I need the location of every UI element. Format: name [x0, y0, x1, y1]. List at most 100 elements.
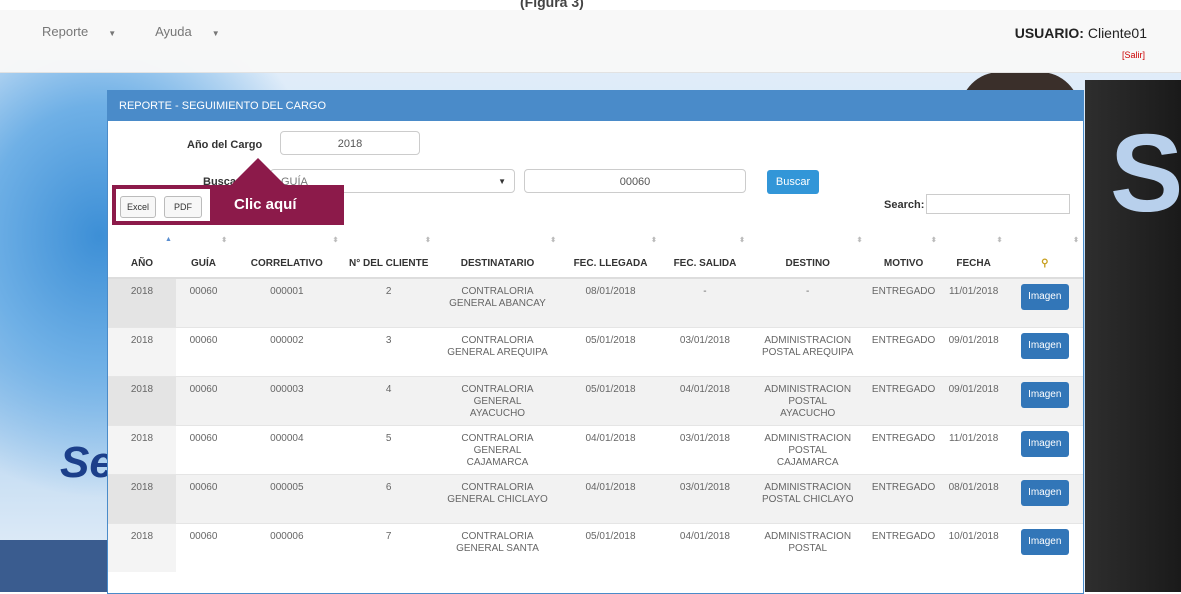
image-button[interactable]: Imagen	[1020, 332, 1069, 359]
table-cell: 05/01/2018	[560, 326, 661, 376]
table-cell: 2018	[108, 424, 176, 474]
table-search-input[interactable]	[926, 194, 1070, 214]
table-cell: 00060	[175, 522, 232, 572]
table-cell: 03/01/2018	[660, 424, 749, 474]
image-button[interactable]: Imagen	[1020, 528, 1069, 555]
table-cell: ADMINISTRACION POSTAL CHICLAYO	[749, 473, 867, 523]
table-cell: CONTRALORIA GENERAL SANTA	[434, 522, 561, 572]
sort-icon: ⬍	[1073, 237, 1079, 244]
image-button[interactable]: Imagen	[1020, 381, 1069, 408]
column-header[interactable]: CORRELATIVO ⬍	[231, 228, 343, 279]
table-cell: ENTREGADO	[866, 277, 941, 327]
column-header[interactable]: N° DEL CLIENTE ⬍	[342, 228, 435, 279]
guide-input[interactable]: 00060	[524, 169, 746, 193]
column-header[interactable]: FECHA ⬍	[940, 228, 1007, 279]
image-cell[interactable]: Imagen	[1006, 522, 1083, 572]
table-cell: CONTRALORIA GENERAL AYACUCHO	[434, 375, 561, 425]
column-header[interactable]: DESTINATARIO ⬍	[434, 228, 561, 279]
table-cell: 2018	[108, 522, 176, 572]
logout-link[interactable]: [Salir]	[1122, 50, 1145, 60]
top-strip: (Figura 3)	[0, 0, 1181, 10]
figure-caption: (Figura 3)	[520, 0, 584, 10]
image-cell[interactable]: Imagen	[1006, 326, 1083, 376]
table-cell: 00060	[175, 473, 232, 523]
image-button[interactable]: Imagen	[1020, 479, 1069, 506]
table-cell: -	[749, 277, 867, 327]
table-row: 2018 00060 000003 4 CONTRALORIA GENERAL AYAC…	[108, 375, 1083, 425]
table-cell: 2018	[108, 473, 176, 523]
user-name: Cliente01	[1087, 25, 1147, 41]
sort-icon: ⬍	[930, 237, 937, 244]
table-cell: 2018	[108, 326, 176, 376]
callout-arrow	[228, 158, 288, 188]
table-cell: 04/01/2018	[660, 522, 749, 572]
table-cell: 00060	[175, 424, 232, 474]
table-cell: ADMINISTRACION POSTAL	[749, 522, 867, 572]
table-cell: CONTRALORIA GENERAL ABANCAY	[434, 277, 561, 327]
column-header[interactable]: FEC. SALIDA ⬍	[660, 228, 749, 279]
table-cell: ADMINISTRACION POSTAL CAJAMARCA	[749, 424, 867, 474]
table-cell: 09/01/2018	[940, 326, 1007, 376]
image-button[interactable]: Imagen	[1020, 430, 1069, 457]
sort-icon: ⬍	[651, 237, 657, 244]
menu-ayuda[interactable]: Ayuda ▼	[155, 24, 238, 39]
table-cell: ENTREGADO	[866, 522, 941, 572]
table-cell: 000004	[231, 424, 343, 474]
results-table: AÑO ▲ GUÍA ⬍ CORRELATIVO ⬍ N° DEL CLIENTE ⬍ …	[108, 228, 1083, 572]
table-cell: 04/01/2018	[560, 473, 661, 523]
table-cell: 000005	[231, 473, 343, 523]
table-row: 2018 00060 000001 2 CONTRALORIA GENERAL ABAN…	[108, 277, 1083, 327]
table-cell: 000006	[231, 522, 343, 572]
table-cell: 04/01/2018	[560, 424, 661, 474]
menu-reporte[interactable]: Reporte ▼	[42, 24, 134, 39]
image-cell[interactable]: Imagen	[1006, 375, 1083, 425]
table-cell: CONTRALORIA GENERAL CHICLAYO	[434, 473, 561, 523]
image-cell[interactable]: Imagen	[1006, 473, 1083, 523]
table-cell: -	[660, 277, 749, 327]
image-cell[interactable]: Imagen	[1006, 277, 1083, 327]
table-cell: 6	[342, 473, 435, 523]
image-cell[interactable]: Imagen	[1006, 424, 1083, 474]
table-cell: ENTREGADO	[866, 375, 941, 425]
caret-down-icon: ▼	[211, 29, 220, 38]
column-header[interactable]: FEC. LLEGADA ⬍	[560, 228, 661, 279]
table-cell: 000003	[231, 375, 343, 425]
user-info: USUARIO: Cliente01	[1015, 25, 1147, 41]
table-cell: 2	[342, 277, 435, 327]
column-header[interactable]: ⚲ ⬍	[1006, 228, 1083, 279]
image-button[interactable]: Imagen	[1020, 284, 1069, 310]
table-cell: 7	[342, 522, 435, 572]
table-cell: 000001	[231, 277, 343, 327]
table-header-row: AÑO ▲ GUÍA ⬍ CORRELATIVO ⬍ N° DEL CLIENTE ⬍ …	[108, 228, 1083, 279]
sort-icon: ⬍	[550, 237, 557, 244]
table-cell: 00060	[175, 375, 232, 425]
column-header[interactable]: DESTINO ⬍	[749, 228, 867, 279]
table-cell: ADMINISTRACION POSTAL AREQUIPA	[749, 326, 867, 376]
table-cell: 09/01/2018	[940, 375, 1007, 425]
table-cell: 08/01/2018	[560, 277, 661, 327]
caret-down-icon: ▼	[108, 29, 117, 38]
panel-title: REPORTE - SEGUIMIENTO DEL CARGO	[108, 91, 1083, 121]
search-button[interactable]: Buscar	[767, 170, 819, 194]
table-cell: 05/01/2018	[560, 522, 661, 572]
year-input[interactable]: 2018	[280, 131, 420, 155]
year-label: Año del Cargo	[187, 139, 263, 151]
table-cell: 5	[342, 424, 435, 474]
table-cell: ENTREGADO	[866, 326, 941, 376]
background-decor-letter: S	[1110, 112, 1181, 235]
column-header[interactable]: AÑO ▲	[108, 228, 176, 279]
column-header[interactable]: GUÍA ⬍	[175, 228, 232, 279]
table-cell: 3	[342, 326, 435, 376]
table-row: 2018 00060 000005 6 CONTRALORIA GENERAL CHIC…	[108, 473, 1083, 523]
column-header[interactable]: MOTIVO ⬍	[866, 228, 941, 279]
table-cell: 08/01/2018	[940, 473, 1007, 523]
table-cell: 10/01/2018	[940, 522, 1007, 572]
table-cell: 03/01/2018	[660, 326, 749, 376]
table-cell: CONTRALORIA GENERAL AREQUIPA	[434, 326, 561, 376]
callout-highlight-box	[112, 185, 214, 225]
sort-asc-icon: ▲	[164, 236, 172, 243]
search-label: Search:	[884, 199, 925, 211]
table-cell: CONTRALORIA GENERAL CAJAMARCA	[434, 424, 561, 474]
table-cell: ENTREGADO	[866, 473, 941, 523]
background-logo-text: Se	[60, 438, 114, 487]
